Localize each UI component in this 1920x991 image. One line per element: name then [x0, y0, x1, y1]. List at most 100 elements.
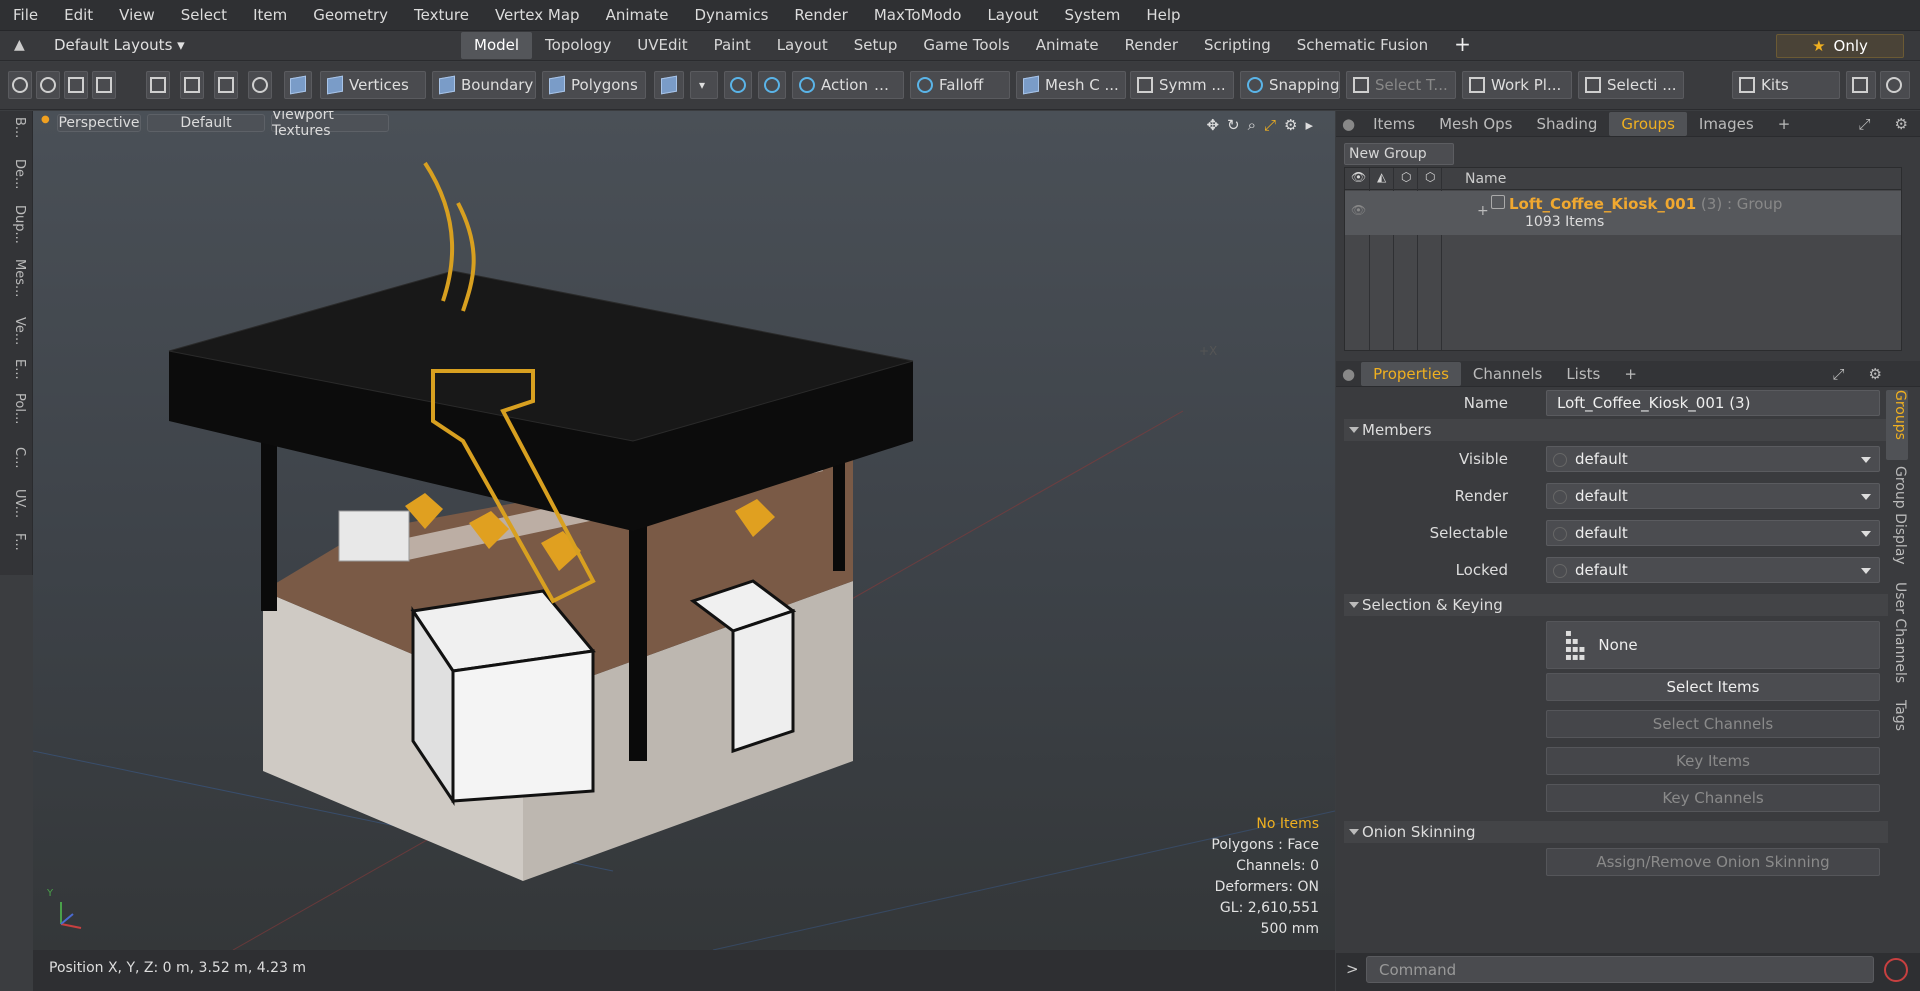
items-mode-icon[interactable] [284, 71, 312, 99]
snapping-button[interactable]: Snapping [1240, 71, 1340, 99]
tab-scripting[interactable]: Scripting [1191, 32, 1284, 59]
work-plane-button[interactable]: Work Pl... [1462, 71, 1572, 99]
select-icon[interactable]: ⬡ [1425, 170, 1435, 184]
select-mode-icon[interactable] [8, 71, 32, 99]
brush-icon[interactable] [92, 71, 116, 99]
boundary-button[interactable]: Boundary [432, 71, 536, 99]
menu-maxtomodo[interactable]: MaxToModo [861, 6, 975, 24]
vertices-button[interactable]: Vertices [320, 71, 426, 99]
menu-item[interactable]: Item [240, 6, 300, 24]
members-section[interactable]: Members [1344, 419, 1888, 441]
expand-icon[interactable]: ⤢ [1821, 362, 1857, 386]
tab-images[interactable]: Images [1687, 112, 1766, 136]
selection-keying-section[interactable]: Selection & Keying [1344, 594, 1888, 616]
onion-skinning-section[interactable]: Onion Skinning [1344, 821, 1888, 843]
zoom-icon[interactable]: ⌕ [1248, 116, 1256, 134]
tab-render[interactable]: Render [1112, 32, 1191, 59]
mesh-constraint-button[interactable]: Mesh C ... [1016, 71, 1126, 99]
group-row[interactable]: 👁 + Loft_Coffee_Kiosk_001 (3) : Group 10… [1345, 191, 1901, 235]
menu-edit[interactable]: Edit [51, 6, 106, 24]
sphere-icon[interactable] [248, 71, 272, 99]
gear-icon[interactable]: ⚙ [1857, 362, 1894, 386]
assign-onion-button[interactable]: Assign/Remove Onion Skinning [1546, 848, 1880, 876]
visible-select[interactable]: default [1546, 446, 1880, 472]
add-tab-icon[interactable]: + [1441, 32, 1484, 59]
name-field[interactable]: Loft_Coffee_Kiosk_001 (3) [1546, 390, 1880, 416]
falloff-button[interactable]: Falloff [910, 71, 1010, 99]
symmetry-button[interactable]: Symm ... [1130, 71, 1234, 99]
viewport-dot-icon[interactable]: ● [41, 114, 50, 125]
menu-system[interactable]: System [1051, 6, 1133, 24]
tab-groups[interactable]: Groups [1609, 111, 1687, 136]
transform-icon[interactable] [146, 71, 170, 99]
strip-tab-duplicate[interactable]: Dup... [7, 205, 27, 244]
unreal-icon[interactable] [1880, 71, 1910, 99]
select-through-button[interactable]: Select T... [1346, 71, 1456, 99]
tab-mesh-ops[interactable]: Mesh Ops [1427, 112, 1524, 136]
tab-channels[interactable]: Channels [1461, 362, 1554, 386]
menu-geometry[interactable]: Geometry [300, 6, 401, 24]
visibility-toggle-icon[interactable]: 👁 [1351, 203, 1366, 217]
panel-dot-icon[interactable]: ● [1336, 115, 1361, 133]
menu-texture[interactable]: Texture [401, 6, 482, 24]
add-panel-tab-icon[interactable]: + [1612, 362, 1649, 386]
menu-vertex-map[interactable]: Vertex Map [482, 6, 593, 24]
tab-schematic-fusion[interactable]: Schematic Fusion [1284, 32, 1441, 59]
key-items-button[interactable]: Key Items [1546, 747, 1880, 775]
new-group-button[interactable]: New Group [1344, 143, 1454, 165]
tab-paint[interactable]: Paint [701, 32, 764, 59]
strip-tab-vertex[interactable]: Ve... [7, 317, 27, 345]
center-icon[interactable] [180, 71, 204, 99]
action-center-button[interactable]: Action… [792, 71, 904, 99]
tab-layout[interactable]: Layout [764, 32, 841, 59]
tab-setup[interactable]: Setup [841, 32, 911, 59]
perspective-button[interactable]: Perspective [57, 114, 141, 132]
viewport-textures-button[interactable]: Viewport Textures [271, 111, 389, 139]
strip-tab-deform[interactable]: De... [7, 159, 27, 189]
unity-icon[interactable] [1846, 71, 1876, 99]
select-channels-button[interactable]: Select Channels [1546, 710, 1880, 738]
key-channels-button[interactable]: Key Channels [1546, 784, 1880, 812]
shading-default-button[interactable]: Default [147, 114, 265, 132]
tab-items[interactable]: Items [1361, 112, 1427, 136]
menu-file[interactable]: File [0, 6, 51, 24]
tab-model[interactable]: Model [461, 32, 533, 59]
strip-tab-edge[interactable]: E... [7, 359, 27, 380]
tab-properties[interactable]: Properties [1361, 361, 1461, 386]
expand-icon[interactable]: ⤢ [1847, 112, 1883, 136]
vtab-group-display[interactable]: Group Display [1886, 466, 1908, 576]
menu-dynamics[interactable]: Dynamics [681, 6, 781, 24]
strip-tab-basic[interactable]: B... [7, 117, 27, 138]
strip-tab-polygon[interactable]: Pol... [7, 393, 27, 424]
tab-animate[interactable]: Animate [1023, 32, 1112, 59]
vtab-user-channels[interactable]: User Channels [1886, 582, 1908, 694]
tab-lists[interactable]: Lists [1554, 362, 1612, 386]
maximize-icon[interactable]: ⤢ [1264, 116, 1276, 134]
kits-button[interactable]: Kits [1732, 71, 1840, 99]
selection-sets-button[interactable]: Selecti ... [1578, 71, 1684, 99]
gear-icon[interactable]: ⚙ [1284, 116, 1297, 134]
strip-tab-mesh-edit[interactable]: Mes... [7, 259, 27, 297]
polygons-button[interactable]: Polygons [542, 71, 646, 99]
menu-select[interactable]: Select [168, 6, 240, 24]
tab-shading[interactable]: Shading [1524, 112, 1609, 136]
strip-tab-fusion[interactable]: F... [7, 533, 27, 551]
rotate-icon[interactable]: ↻ [1227, 116, 1240, 134]
only-button[interactable]: ★ Only [1776, 34, 1904, 58]
expand-plus-icon[interactable]: + [1477, 203, 1489, 219]
render-icon[interactable]: ◭ [1377, 170, 1386, 184]
collapse-arrow-icon[interactable]: ▲ [14, 37, 25, 53]
eye-icon[interactable]: 👁 [1351, 170, 1366, 184]
tab-uvedit[interactable]: UVEdit [624, 32, 700, 59]
3d-viewport[interactable]: ● Perspective Default Viewport Textures … [33, 111, 1335, 950]
dropdown-arrow-icon[interactable]: ▾ [690, 71, 718, 99]
play-arrow-icon[interactable]: ▸ [1305, 116, 1313, 134]
pan-icon[interactable]: ✥ [1206, 116, 1219, 134]
add-panel-tab-icon[interactable]: + [1766, 112, 1803, 136]
material-mode-icon[interactable] [654, 71, 684, 99]
none-button[interactable]: ▪ ▪▪ ▪▪▪ ▪▪▪ None [1546, 621, 1880, 669]
menu-render[interactable]: Render [781, 6, 860, 24]
menu-layout[interactable]: Layout [974, 6, 1051, 24]
menu-help[interactable]: Help [1133, 6, 1193, 24]
menu-animate[interactable]: Animate [593, 6, 682, 24]
